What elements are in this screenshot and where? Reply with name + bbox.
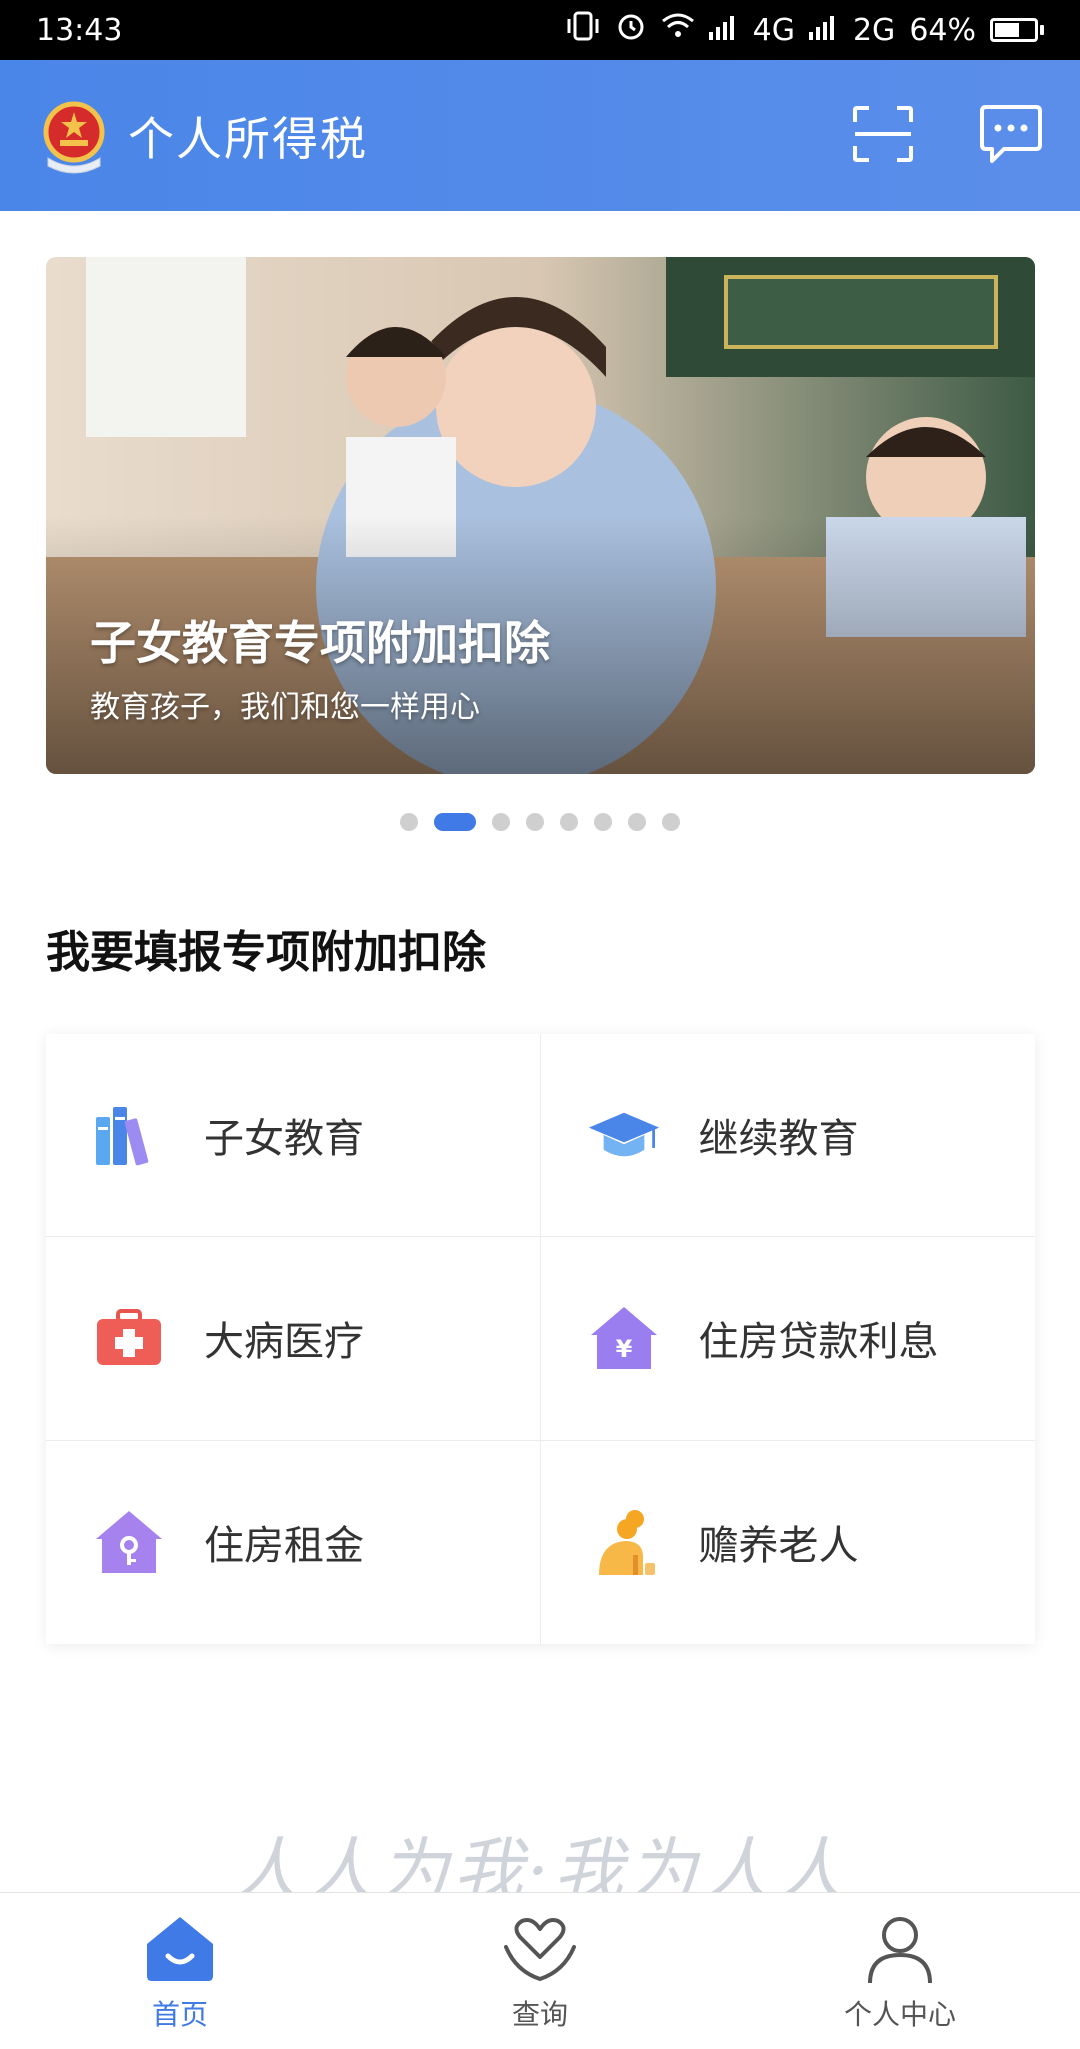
heart-hand-icon [500, 1909, 580, 1989]
house-yuan-icon: ¥ [587, 1301, 661, 1375]
deduction-housing-rent[interactable]: 住房租金 [46, 1440, 541, 1644]
message-icon [978, 103, 1044, 169]
carousel-dot[interactable] [628, 813, 646, 831]
person-icon [860, 1909, 940, 1989]
elderly-person-icon [587, 1505, 661, 1579]
deduction-continuing-education[interactable]: 继续教育 [540, 1034, 1035, 1238]
banner-subtitle: 教育孩子，我们和您一样用心 [90, 690, 480, 725]
signal-icon [708, 13, 739, 48]
national-emblem-icon [34, 96, 114, 176]
deduction-label: 继续教育 [698, 1116, 859, 1163]
app-header: 个人所得税 [0, 60, 1080, 211]
nav-label: 查询 [511, 1998, 568, 2031]
network-type-2: 2G [852, 12, 896, 48]
deduction-child-education[interactable]: 子女教育 [46, 1034, 541, 1238]
slogan: 人人为我·我为人人 [230, 1830, 850, 1895]
house-key-icon [92, 1505, 166, 1579]
vibrate-icon [565, 11, 601, 49]
alarm-icon [615, 10, 647, 50]
app-title: 个人所得税 [128, 111, 368, 166]
deduction-grid: 子女教育 继续教育 大病医疗 ¥ 住房贷款利息 住房租金 赡养老人 [46, 1034, 1035, 1644]
promo-banner[interactable]: 子女教育专项附加扣除 教育孩子，我们和您一样用心 [46, 257, 1035, 774]
carousel-dot[interactable] [492, 813, 510, 831]
nav-label: 首页 [151, 1998, 208, 2031]
nav-profile[interactable]: 个人中心 [720, 1893, 1080, 2049]
deduction-elderly-support[interactable]: 赡养老人 [541, 1441, 1036, 1644]
deduction-label: 大病医疗 [204, 1319, 364, 1366]
status-bar: 13:43 4G 2G 64% [0, 0, 1080, 60]
nav-home[interactable]: 首页 [0, 1893, 360, 2049]
status-icons: 4G 2G 64% [565, 10, 1044, 50]
deduction-serious-illness[interactable]: 大病医疗 [46, 1237, 541, 1441]
carousel-dot[interactable] [526, 813, 544, 831]
carousel-dot[interactable] [560, 813, 578, 831]
deduction-housing-loan-interest[interactable]: ¥ 住房贷款利息 [540, 1237, 1035, 1441]
carousel-dot[interactable] [400, 813, 418, 831]
books-icon [92, 1098, 166, 1172]
battery-percent: 64% [909, 12, 976, 48]
banner-title: 子女教育专项附加扣除 [90, 616, 550, 670]
deduction-label: 子女教育 [204, 1116, 364, 1163]
graduation-cap-icon [587, 1098, 661, 1172]
carousel-dot[interactable] [662, 813, 680, 831]
nav-query[interactable]: 查询 [360, 1893, 720, 2049]
carousel-indicator[interactable] [0, 813, 1080, 831]
network-type-1: 4G [752, 12, 795, 48]
home-icon [140, 1909, 220, 1989]
message-button[interactable] [976, 101, 1046, 171]
carousel-dot-active[interactable] [434, 813, 476, 831]
section-title: 我要填报专项附加扣除 [46, 927, 486, 978]
deduction-label: 赡养老人 [698, 1523, 859, 1570]
nav-label: 个人中心 [843, 1998, 956, 2031]
bottom-nav: 首页 查询 个人中心 [0, 1892, 1080, 2049]
battery-icon [990, 18, 1044, 42]
wifi-icon [661, 12, 695, 48]
medical-kit-icon [92, 1301, 166, 1375]
status-time: 13:43 [36, 12, 123, 48]
svg-text:¥: ¥ [615, 1335, 632, 1363]
scan-icon [851, 104, 915, 168]
signal-icon [808, 13, 839, 48]
deduction-label: 住房贷款利息 [698, 1319, 939, 1366]
carousel-dot[interactable] [594, 813, 612, 831]
deduction-label: 住房租金 [204, 1523, 364, 1570]
scan-button[interactable] [848, 101, 918, 171]
